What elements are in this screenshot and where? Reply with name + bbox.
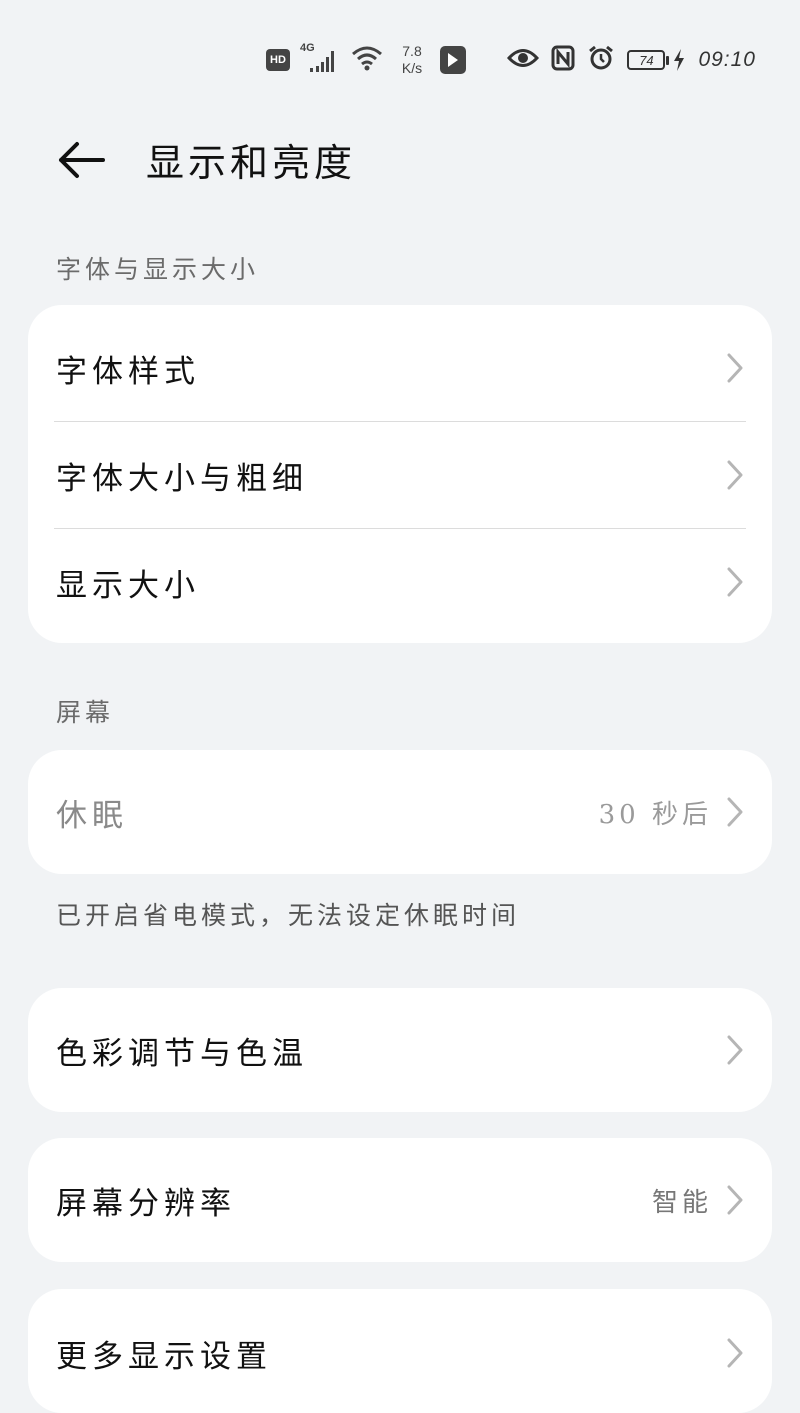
eye-comfort-icon: [507, 47, 540, 73]
settings-item-color-temperature[interactable]: 色彩调节与色温: [28, 997, 772, 1103]
hd-badge: HD: [266, 49, 290, 71]
settings-item-label: 屏幕分辨率: [56, 1185, 236, 1222]
settings-item-value: 智能: [651, 1187, 712, 1218]
page-header: 显示和亮度: [0, 118, 800, 198]
font-settings-card: 字体样式 字体大小与粗细 显示大小: [28, 305, 772, 643]
page-title: 显示和亮度: [146, 141, 357, 185]
network-type-label: 4G: [300, 42, 315, 54]
network-speed: 7.8 K/s: [394, 43, 430, 77]
nfc-icon: [551, 45, 575, 75]
settings-item-font-size-weight[interactable]: 字体大小与粗细: [28, 422, 772, 528]
sleep-card: 休眠 30 秒后: [28, 750, 772, 874]
settings-item-more-display[interactable]: 更多显示设置: [28, 1300, 772, 1406]
battery-indicator: 74: [627, 48, 686, 72]
arrow-left-icon: [59, 142, 105, 178]
section-label-screen: 屏幕: [56, 698, 115, 727]
battery-tip: [666, 55, 670, 65]
sleep-disabled-note: 已开启省电模式，无法设定休眠时间: [56, 901, 521, 930]
alarm-icon: [587, 44, 615, 76]
color-card: 色彩调节与色温: [28, 988, 772, 1112]
charging-icon: [674, 49, 685, 71]
back-button[interactable]: [48, 128, 112, 192]
chevron-right-icon: [724, 794, 746, 830]
settings-item-font-style[interactable]: 字体样式: [28, 315, 772, 421]
settings-item-label: 字体样式: [56, 353, 200, 390]
settings-item-label: 字体大小与粗细: [56, 460, 308, 497]
settings-item-display-size[interactable]: 显示大小: [28, 529, 772, 635]
settings-item-sleep[interactable]: 休眠 30 秒后: [28, 759, 772, 865]
more-display-card: 更多显示设置: [28, 1289, 772, 1413]
settings-item-label: 色彩调节与色温: [56, 1035, 308, 1072]
signal-icon: 4G: [300, 42, 340, 74]
chevron-right-icon: [724, 1032, 746, 1068]
chevron-right-icon: [724, 1335, 746, 1371]
app-notification-icon: [440, 46, 466, 74]
battery-level: 74: [627, 50, 666, 70]
network-speed-value: 7.8: [402, 43, 422, 59]
status-bar-left: HD 4G 7.8 K/s: [266, 40, 466, 80]
chevron-right-icon: [724, 457, 746, 493]
chevron-right-icon: [724, 350, 746, 386]
settings-item-value: 30 秒后: [598, 799, 712, 830]
chevron-right-icon: [724, 1182, 746, 1218]
wifi-icon: [350, 44, 384, 76]
settings-item-screen-resolution[interactable]: 屏幕分辨率 智能: [28, 1147, 772, 1253]
status-bar-right: 74 09:10: [507, 42, 756, 78]
settings-item-label: 更多显示设置: [56, 1338, 272, 1375]
resolution-card: 屏幕分辨率 智能: [28, 1138, 772, 1262]
settings-item-label: 休眠: [56, 797, 128, 834]
section-label-font: 字体与显示大小: [56, 255, 260, 284]
settings-item-label: 显示大小: [56, 567, 200, 604]
chevron-right-icon: [724, 564, 746, 600]
clock: 09:10: [698, 48, 756, 71]
status-bar: HD 4G 7.8 K/s 74 09:10: [0, 0, 800, 110]
network-speed-unit: K/s: [401, 60, 423, 76]
